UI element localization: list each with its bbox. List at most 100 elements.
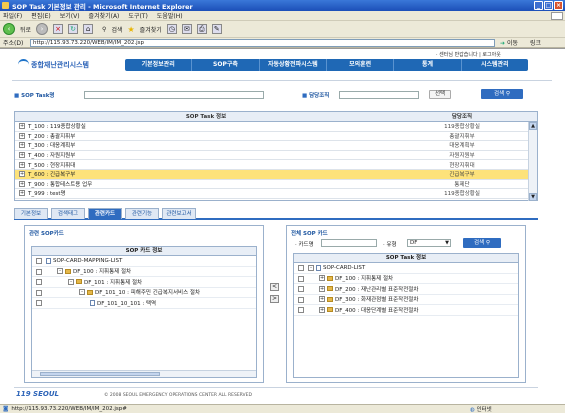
move-right-button[interactable]: >	[270, 295, 279, 303]
org-select-button[interactable]: 선택	[429, 90, 451, 99]
left-scroll-thumb[interactable]	[40, 372, 160, 376]
tab-related-functions[interactable]: 관련기능	[125, 208, 159, 219]
search-button-label[interactable]: 검색	[111, 25, 122, 34]
home-icon[interactable]: ⌂	[83, 24, 94, 34]
refresh-icon[interactable]: ↻	[68, 24, 79, 34]
table-row[interactable]: + T_400 : 자원지원부 자원지원부	[15, 151, 537, 161]
favorites-star-icon[interactable]: ★	[128, 25, 135, 34]
folder-icon	[327, 275, 333, 281]
menu-file[interactable]: 파일(F)	[3, 11, 22, 20]
table-row[interactable]: + T_100 : 119종합상황실 119종합상황실	[15, 122, 537, 132]
tab-related-cards[interactable]: 관련카드	[88, 208, 122, 219]
nav-basic-info[interactable]: 기본정보관리	[125, 59, 193, 71]
menu-tools[interactable]: 도구(T)	[128, 11, 147, 20]
tab-basic-info[interactable]: 기본정보	[14, 208, 48, 219]
nav-stats[interactable]: 통계	[394, 59, 462, 71]
tree-checkbox[interactable]	[298, 286, 304, 292]
menu-edit[interactable]: 편집(E)	[31, 11, 51, 20]
menu-favorites[interactable]: 즐겨찾기(A)	[89, 11, 120, 20]
menu-view[interactable]: 보기(V)	[60, 11, 80, 20]
go-button[interactable]: ➜ 이동	[500, 38, 518, 47]
nav-auto-broadcast[interactable]: 자동상황전파시스템	[260, 59, 327, 71]
card-name-input[interactable]	[321, 239, 377, 247]
related-card-tree-rows: SOP-CARD-MAPPING-LIST - DF_100 : 지휘통제 절차 - D…	[32, 256, 256, 309]
tree-checkbox[interactable]	[36, 289, 42, 296]
tree-checkbox[interactable]	[298, 296, 304, 303]
expand-plus-icon[interactable]: +	[19, 152, 25, 159]
edit-icon[interactable]: ✎	[211, 24, 222, 34]
task-name-input[interactable]	[84, 91, 264, 99]
collapse-minus-icon[interactable]: -	[79, 289, 85, 296]
links-button[interactable]: 링크	[530, 38, 541, 47]
scroll-down-icon[interactable]: ▼	[529, 193, 537, 201]
history-icon[interactable]: ◷	[166, 24, 177, 34]
tree-node[interactable]: DF_101_10_101 : 택역	[32, 298, 256, 309]
tree-node[interactable]: - SOP-CARD-LIST	[294, 263, 518, 274]
nav-drill[interactable]: 모의훈련	[327, 59, 395, 71]
type-select[interactable]: DF ▼	[407, 239, 451, 247]
table-row[interactable]: + T_500 : 현장지휘대 현장지휘대	[15, 160, 537, 170]
scroll-up-icon[interactable]: ▲	[529, 122, 537, 130]
table-row[interactable]: + T_600 : 긴급복구부 긴급복구부	[15, 169, 537, 180]
org-input[interactable]	[339, 91, 419, 99]
expand-plus-icon[interactable]: +	[19, 180, 25, 187]
maximize-icon[interactable]: □	[544, 1, 553, 10]
tree-node[interactable]: - DF_101 : 지휘통제 절차	[32, 277, 256, 288]
nav-system-admin[interactable]: 시스템관리	[462, 59, 528, 71]
close-icon[interactable]: ×	[554, 1, 563, 10]
tree-checkbox[interactable]	[298, 307, 304, 313]
expand-plus-icon[interactable]: +	[19, 171, 25, 178]
site-logo[interactable]: 종합재난관리시스템	[18, 59, 89, 70]
expand-plus-icon[interactable]: +	[319, 275, 325, 282]
expand-plus-icon[interactable]: +	[19, 123, 25, 130]
tree-checkbox[interactable]	[36, 300, 42, 306]
favorites-button-label[interactable]: 즐겨찾기	[140, 25, 162, 34]
table-row[interactable]: + T_300 : 대응계획부 대응계획부	[15, 141, 537, 151]
search-icon[interactable]: ⚲	[102, 26, 106, 33]
tree-checkbox[interactable]	[36, 279, 42, 285]
expand-plus-icon[interactable]: +	[319, 306, 325, 313]
collapse-minus-icon[interactable]: -	[57, 268, 63, 275]
tree-node[interactable]: + DF_100 : 지휘통제 절차	[294, 274, 518, 284]
address-input[interactable]: http://115.93.73.220/WEB/IM/IM_202.jsp	[30, 39, 495, 47]
top-links[interactable]: · 센터님 반갑습니다 | 로그아웃	[436, 51, 501, 58]
menu-help[interactable]: 도움말(H)	[157, 11, 183, 20]
collapse-minus-icon[interactable]: -	[308, 264, 314, 271]
forward-arrow-icon[interactable]: ›	[36, 23, 49, 35]
print-icon[interactable]: ⎙	[196, 24, 207, 34]
table-row[interactable]: + T_200 : 총괄지휘부 총괄지휘부	[15, 132, 537, 142]
back-arrow-icon[interactable]: ‹	[3, 23, 15, 35]
tree-node[interactable]: - DF_100 : 지휘통제 절차	[32, 267, 256, 277]
move-left-button[interactable]: <	[270, 283, 279, 291]
expand-plus-icon[interactable]: +	[19, 190, 25, 197]
type-label: · 유형	[383, 242, 397, 248]
tab-search-tag[interactable]: 검색태그	[51, 208, 85, 219]
table-row[interactable]: + T_900 : 통합테스트용 업무 통제단	[15, 180, 537, 190]
mail-icon[interactable]: ✉	[181, 24, 192, 34]
task-search-button[interactable]: 검색 ⚲	[481, 89, 523, 99]
card-search-button[interactable]: 검색 ⚲	[463, 238, 501, 248]
tab-related-reports[interactable]: 관련보고서	[162, 208, 196, 219]
expand-plus-icon[interactable]: +	[319, 296, 325, 303]
expand-plus-icon[interactable]: +	[19, 132, 25, 139]
tree-checkbox[interactable]	[298, 265, 304, 271]
left-horizontal-scrollbar[interactable]	[32, 370, 256, 377]
stop-icon[interactable]: ×	[53, 24, 64, 34]
tree-node[interactable]: + DF_300 : 화재관점별 표준작전절차	[294, 295, 518, 305]
table-row[interactable]: + T_999 : test명 119종합상황실	[15, 189, 537, 199]
tree-node[interactable]: SOP-CARD-MAPPING-LIST	[32, 256, 256, 267]
tree-checkbox[interactable]	[36, 258, 42, 264]
tree-node[interactable]: - DF_101_10 : 피해주민 긴급복지서비스 절차	[32, 288, 256, 298]
tree-node[interactable]: + DF_400 : 대응단계별 표준작전절차	[294, 305, 518, 316]
back-button-label[interactable]: 뒤로	[20, 25, 31, 34]
tree-checkbox[interactable]	[36, 268, 42, 275]
tree-checkbox[interactable]	[298, 275, 304, 282]
minimize-icon[interactable]: _	[534, 1, 543, 10]
expand-plus-icon[interactable]: +	[19, 142, 25, 149]
collapse-minus-icon[interactable]: -	[68, 278, 74, 285]
expand-plus-icon[interactable]: +	[319, 285, 325, 292]
tree-node[interactable]: + DF_200 : 재난관리별 표준작전절차	[294, 284, 518, 295]
expand-plus-icon[interactable]: +	[19, 161, 25, 168]
nav-sop-build[interactable]: SOP구축	[192, 59, 260, 71]
task-table-scrollbar[interactable]: ▲ ▼	[528, 122, 537, 201]
